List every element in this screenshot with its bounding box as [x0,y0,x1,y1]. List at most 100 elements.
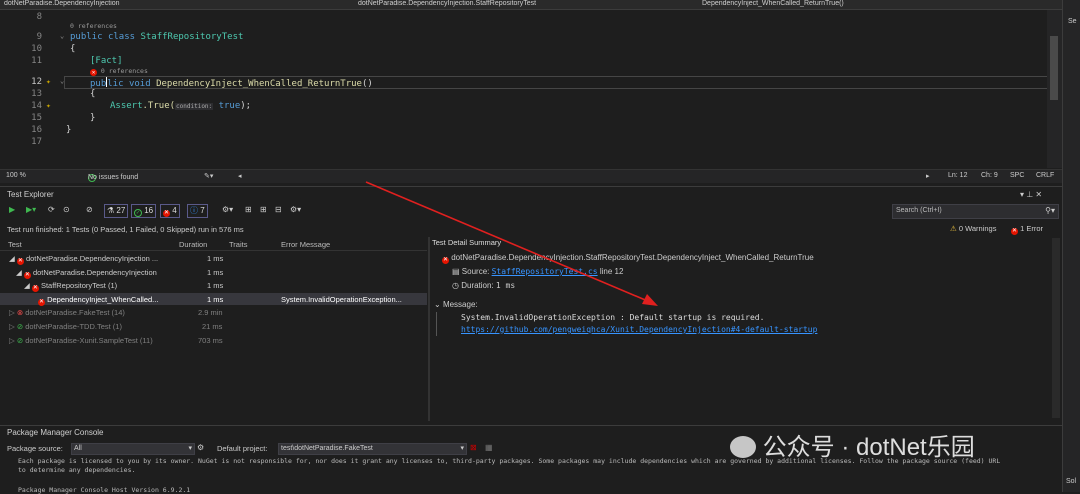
line-number: 16 [31,125,42,135]
method-declaration: public void DependencyInject_WhenCalled_… [90,77,373,89]
tree-row-project[interactable]: ▷ ⊘ dotNetParadise-Xunit.SampleTest (11) [9,336,153,345]
expand-icon[interactable]: ◢ [24,281,30,290]
line-number: 13 [31,89,42,99]
class-references-codelens[interactable]: 0 references [70,22,117,30]
search-icon[interactable]: ⚲▾ [1045,206,1055,215]
errors-indicator[interactable]: ✕ 1 Error [1011,224,1043,235]
collapse-icon[interactable]: ▷ [9,308,15,317]
watermark: 公众号 · dotNet乐园 [730,427,975,462]
tree-row-project[interactable]: ▷ ⊗ dotNetParadise.FakeTest (14) [9,308,125,317]
clear-console-icon[interactable]: ⊠ [470,443,477,452]
line-indicator[interactable]: Ln: 12 [948,172,967,179]
clock-icon: ◷ [452,281,459,290]
expand-all-icon[interactable]: ⊞ [260,205,267,214]
scrollbar-thumb[interactable] [1050,36,1058,100]
stop-icon[interactable]: ▦ [485,443,493,452]
tree-row-project[interactable]: ◢ ✕ dotNetParadise.DependencyInjection .… [9,254,158,265]
assert-method: .True( [142,101,176,111]
passed-tests-filter[interactable]: ✓ 16 [131,204,157,218]
pmc-title: Package Manager Console [7,428,104,437]
cancel-icon[interactable]: ⊘ [86,205,93,214]
package-source-select[interactable]: All ▾ [71,443,195,455]
brace: } [66,125,72,135]
row-name: dotNetParadise-TDD.Test (1) [25,322,122,331]
message-label-text: Message: [442,300,478,309]
chevron-down-icon: ▾ [188,445,192,452]
row-duration: 1 ms [207,254,224,263]
tree-row-project[interactable]: ▷ ⊘ dotNetParadise-TDD.Test (1) [9,322,122,331]
brush-icon[interactable]: ✎▾ [204,172,213,180]
warnings-text: 0 Warnings [958,224,997,233]
group-by-icon[interactable]: ⊞ [245,205,252,214]
line-ending-indicator[interactable]: CRLF [1036,172,1054,179]
tree-row-class[interactable]: ◢ ✕ StaffRepositoryTest (1) [24,281,117,292]
row-name: DependencyInject_WhenCalled... [47,295,159,304]
nav-method-dropdown[interactable]: DependencyInject_WhenCalled_ReturnTrue() [702,0,844,7]
tree-row-test-selected[interactable]: ✕ DependencyInject_WhenCalled... [38,295,158,306]
expand-icon[interactable]: ◢ [16,268,22,277]
failed-count: 4 [172,206,177,215]
line-number: 9 [36,32,42,42]
parameter-inlay-hint: condition: [175,103,214,110]
chevron-down-icon[interactable]: ⌄ [434,300,441,309]
code-editor[interactable]: 8 9 10 11 12 13 14 15 16 17 ✦ ✦ ⌄ ⌄ 0 re… [0,10,1062,168]
column-indicator[interactable]: Ch: 9 [981,172,998,179]
playlist-icon[interactable]: ⚙▾ [222,205,233,214]
total-tests-filter[interactable]: ⚗ 27 [104,204,129,218]
debug-icon[interactable]: ⊙ [63,205,70,214]
not-run-count: 7 [200,206,205,215]
row-name: dotNetParadise.DependencyInjection [32,268,157,277]
scroll-left-icon[interactable]: ◂ [238,172,242,180]
column-header-test[interactable]: Test [8,240,22,249]
watermark-text: 公众号 · dotNet乐园 [762,434,975,461]
not-run-tests-filter[interactable]: ⓘ 7 [187,204,208,218]
column-header-duration[interactable]: Duration [179,240,207,249]
method-references-codelens[interactable]: ✕ 0 references [90,67,148,76]
collapse-all-icon[interactable]: ⊟ [275,205,282,214]
lightbulb-icon[interactable]: ✦ [46,101,51,110]
expand-icon[interactable]: ◢ [9,254,15,263]
collapse-icon[interactable]: ⌄ [60,32,64,40]
run-all-icon[interactable]: ▶ [9,205,15,214]
row-duration: 1 ms [207,281,224,290]
settings-gear-icon[interactable]: ⚙▾ [290,205,301,214]
default-project-select[interactable]: test\dotNetParadise.FakeTest ▾ [278,443,467,455]
class-declaration: public class StaffRepositoryTest [70,32,243,42]
fail-icon: ✕ [23,272,31,279]
fail-outline-icon: ⊗ [16,308,24,317]
row-error-message: System.InvalidOperationException... [281,295,402,304]
spaces-indicator[interactable]: SPC [1010,172,1024,179]
brace: } [90,113,96,123]
source-file-link[interactable]: StaffRepositoryTest.cs [492,267,598,276]
detail-scrollbar[interactable] [1052,238,1060,418]
tree-row-namespace[interactable]: ◢ ✕ dotNetParadise.DependencyInjection [16,268,157,279]
row-duration: 1 ms [207,295,224,304]
line-number-current: 12 [31,77,42,87]
line-number: 11 [31,56,42,66]
failed-tests-filter[interactable]: ✕ 4 [160,204,180,218]
warnings-indicator[interactable]: ⚠ 0 Warnings [950,224,996,233]
collapse-icon[interactable]: ▷ [9,322,15,331]
settings-gear-icon[interactable]: ⚙ [197,443,204,452]
method-parens: () [361,79,373,89]
zoom-level[interactable]: 100 % [6,172,26,179]
column-header-traits[interactable]: Traits [229,240,247,249]
keyword-public-b: lic [107,79,124,89]
collapse-icon[interactable]: ▷ [9,336,15,345]
run-icon[interactable]: ▶▾ [26,205,36,214]
test-search-input[interactable]: Search (Ctrl+I) ⚲▾ [892,204,1059,219]
fail-icon: ✕ [38,299,45,306]
scroll-right-icon[interactable]: ▸ [926,172,930,180]
message-guide-line [436,312,437,336]
repeat-run-icon[interactable]: ⟳ [48,205,55,214]
detail-message-link[interactable]: https://github.com/pengweiqhca/Xunit.Dep… [461,325,817,334]
search-tab[interactable]: Se [1068,18,1077,25]
nav-project-dropdown[interactable]: dotNetParadise.DependencyInjection [4,0,120,7]
panel-options-icon[interactable]: ▾ ⊥ ✕ [1020,190,1042,199]
run-summary-text: Test run finished: 1 Tests (0 Passed, 1 … [7,225,244,234]
column-header-error[interactable]: Error Message [281,240,330,249]
solution-explorer-tab[interactable]: Sol [1066,478,1076,485]
lightbulb-icon[interactable]: ✦ [46,77,51,86]
search-placeholder: Search (Ctrl+I) [896,207,942,214]
nav-class-dropdown[interactable]: dotNetParadise.DependencyInjection.Staff… [358,0,536,7]
